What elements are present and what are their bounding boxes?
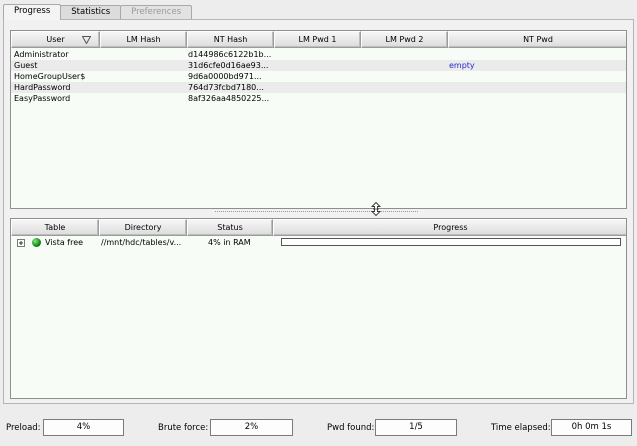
tables-list[interactable]: Table Directory Status Progress Vista fr…	[10, 218, 627, 399]
nt-hash-cell: 764d73fcbd7180...	[188, 83, 264, 92]
preload-label: Preload:	[6, 423, 41, 433]
column-header-user[interactable]: User	[11, 31, 100, 48]
table-progress-bar	[281, 238, 621, 246]
tab-statistics[interactable]: Statistics	[60, 5, 122, 20]
nt-pwd-cell: empty	[449, 61, 475, 70]
user-cell: EasyPassword	[14, 94, 71, 103]
table-row[interactable]: Administrator d144986c6122b1b...	[11, 49, 626, 60]
column-header-lm-pwd1[interactable]: LM Pwd 1	[274, 31, 361, 48]
table-row[interactable]: HardPassword 764d73fcbd7180...	[11, 82, 626, 93]
tab-progress[interactable]: Progress	[3, 4, 62, 20]
user-cell: Guest	[14, 61, 38, 70]
column-header-nt-hash[interactable]: NT Hash	[187, 31, 274, 48]
status-ok-icon	[32, 238, 41, 247]
nt-hash-cell: 31d6cfe0d16ae93...	[188, 61, 269, 70]
tree-expand-icon[interactable]	[17, 239, 25, 247]
table-row[interactable]: Guest 31d6cfe0d16ae93... empty	[11, 60, 626, 71]
nt-hash-cell: 9d6a0000bd971...	[188, 72, 262, 81]
time-elapsed-label: Time elapsed:	[491, 423, 551, 433]
nt-hash-cell: 8af326aa4850225...	[188, 94, 270, 103]
vertical-resize-icon[interactable]	[370, 202, 382, 216]
table-row[interactable]: HomeGroupUser$ 9d6a0000bd971...	[11, 71, 626, 82]
column-header-directory[interactable]: Directory	[99, 219, 187, 236]
brute-force-label: Brute force:	[158, 423, 209, 433]
column-header-nt-pwd[interactable]: NT Pwd	[448, 31, 626, 48]
tab-preferences[interactable]: Preferences	[120, 5, 193, 20]
column-header-lm-pwd2[interactable]: LM Pwd 2	[361, 31, 448, 48]
preload-value: 4%	[43, 419, 124, 436]
ophcrack-window: Progress Statistics Preferences User LM …	[0, 0, 637, 446]
status-cell: 4% in RAM	[208, 238, 251, 247]
list-item[interactable]: Vista free //mnt/hdc/tables/v... 4% in R…	[11, 237, 626, 248]
user-cell: HomeGroupUser$	[14, 72, 86, 81]
pwd-found-value: 1/5	[375, 419, 457, 436]
nt-hash-cell: d144986c6122b1b...	[188, 50, 272, 59]
tab-bar: Progress Statistics Preferences	[3, 4, 193, 20]
column-header-progress[interactable]: Progress	[273, 219, 626, 236]
column-header-table[interactable]: Table	[11, 219, 99, 236]
time-elapsed-value: 0h 0m 1s	[551, 419, 632, 436]
pwd-found-label: Pwd found:	[327, 423, 375, 433]
brute-force-value: 2%	[210, 419, 293, 436]
user-cell: Administrator	[14, 50, 69, 59]
tables-list-header: Table Directory Status Progress	[11, 219, 626, 236]
sort-descending-icon	[82, 36, 91, 44]
column-header-lm-hash[interactable]: LM Hash	[100, 31, 187, 48]
table-row[interactable]: EasyPassword 8af326aa4850225...	[11, 93, 626, 104]
user-cell: HardPassword	[14, 83, 71, 92]
table-name-cell: Vista free	[45, 238, 84, 247]
column-header-status[interactable]: Status	[187, 219, 273, 236]
directory-cell: //mnt/hdc/tables/v...	[101, 238, 182, 247]
users-table[interactable]: User LM Hash NT Hash LM Pwd 1 LM Pwd 2 N…	[10, 30, 627, 209]
users-table-header: User LM Hash NT Hash LM Pwd 1 LM Pwd 2 N…	[11, 31, 626, 48]
splitter-line[interactable]	[215, 211, 418, 213]
